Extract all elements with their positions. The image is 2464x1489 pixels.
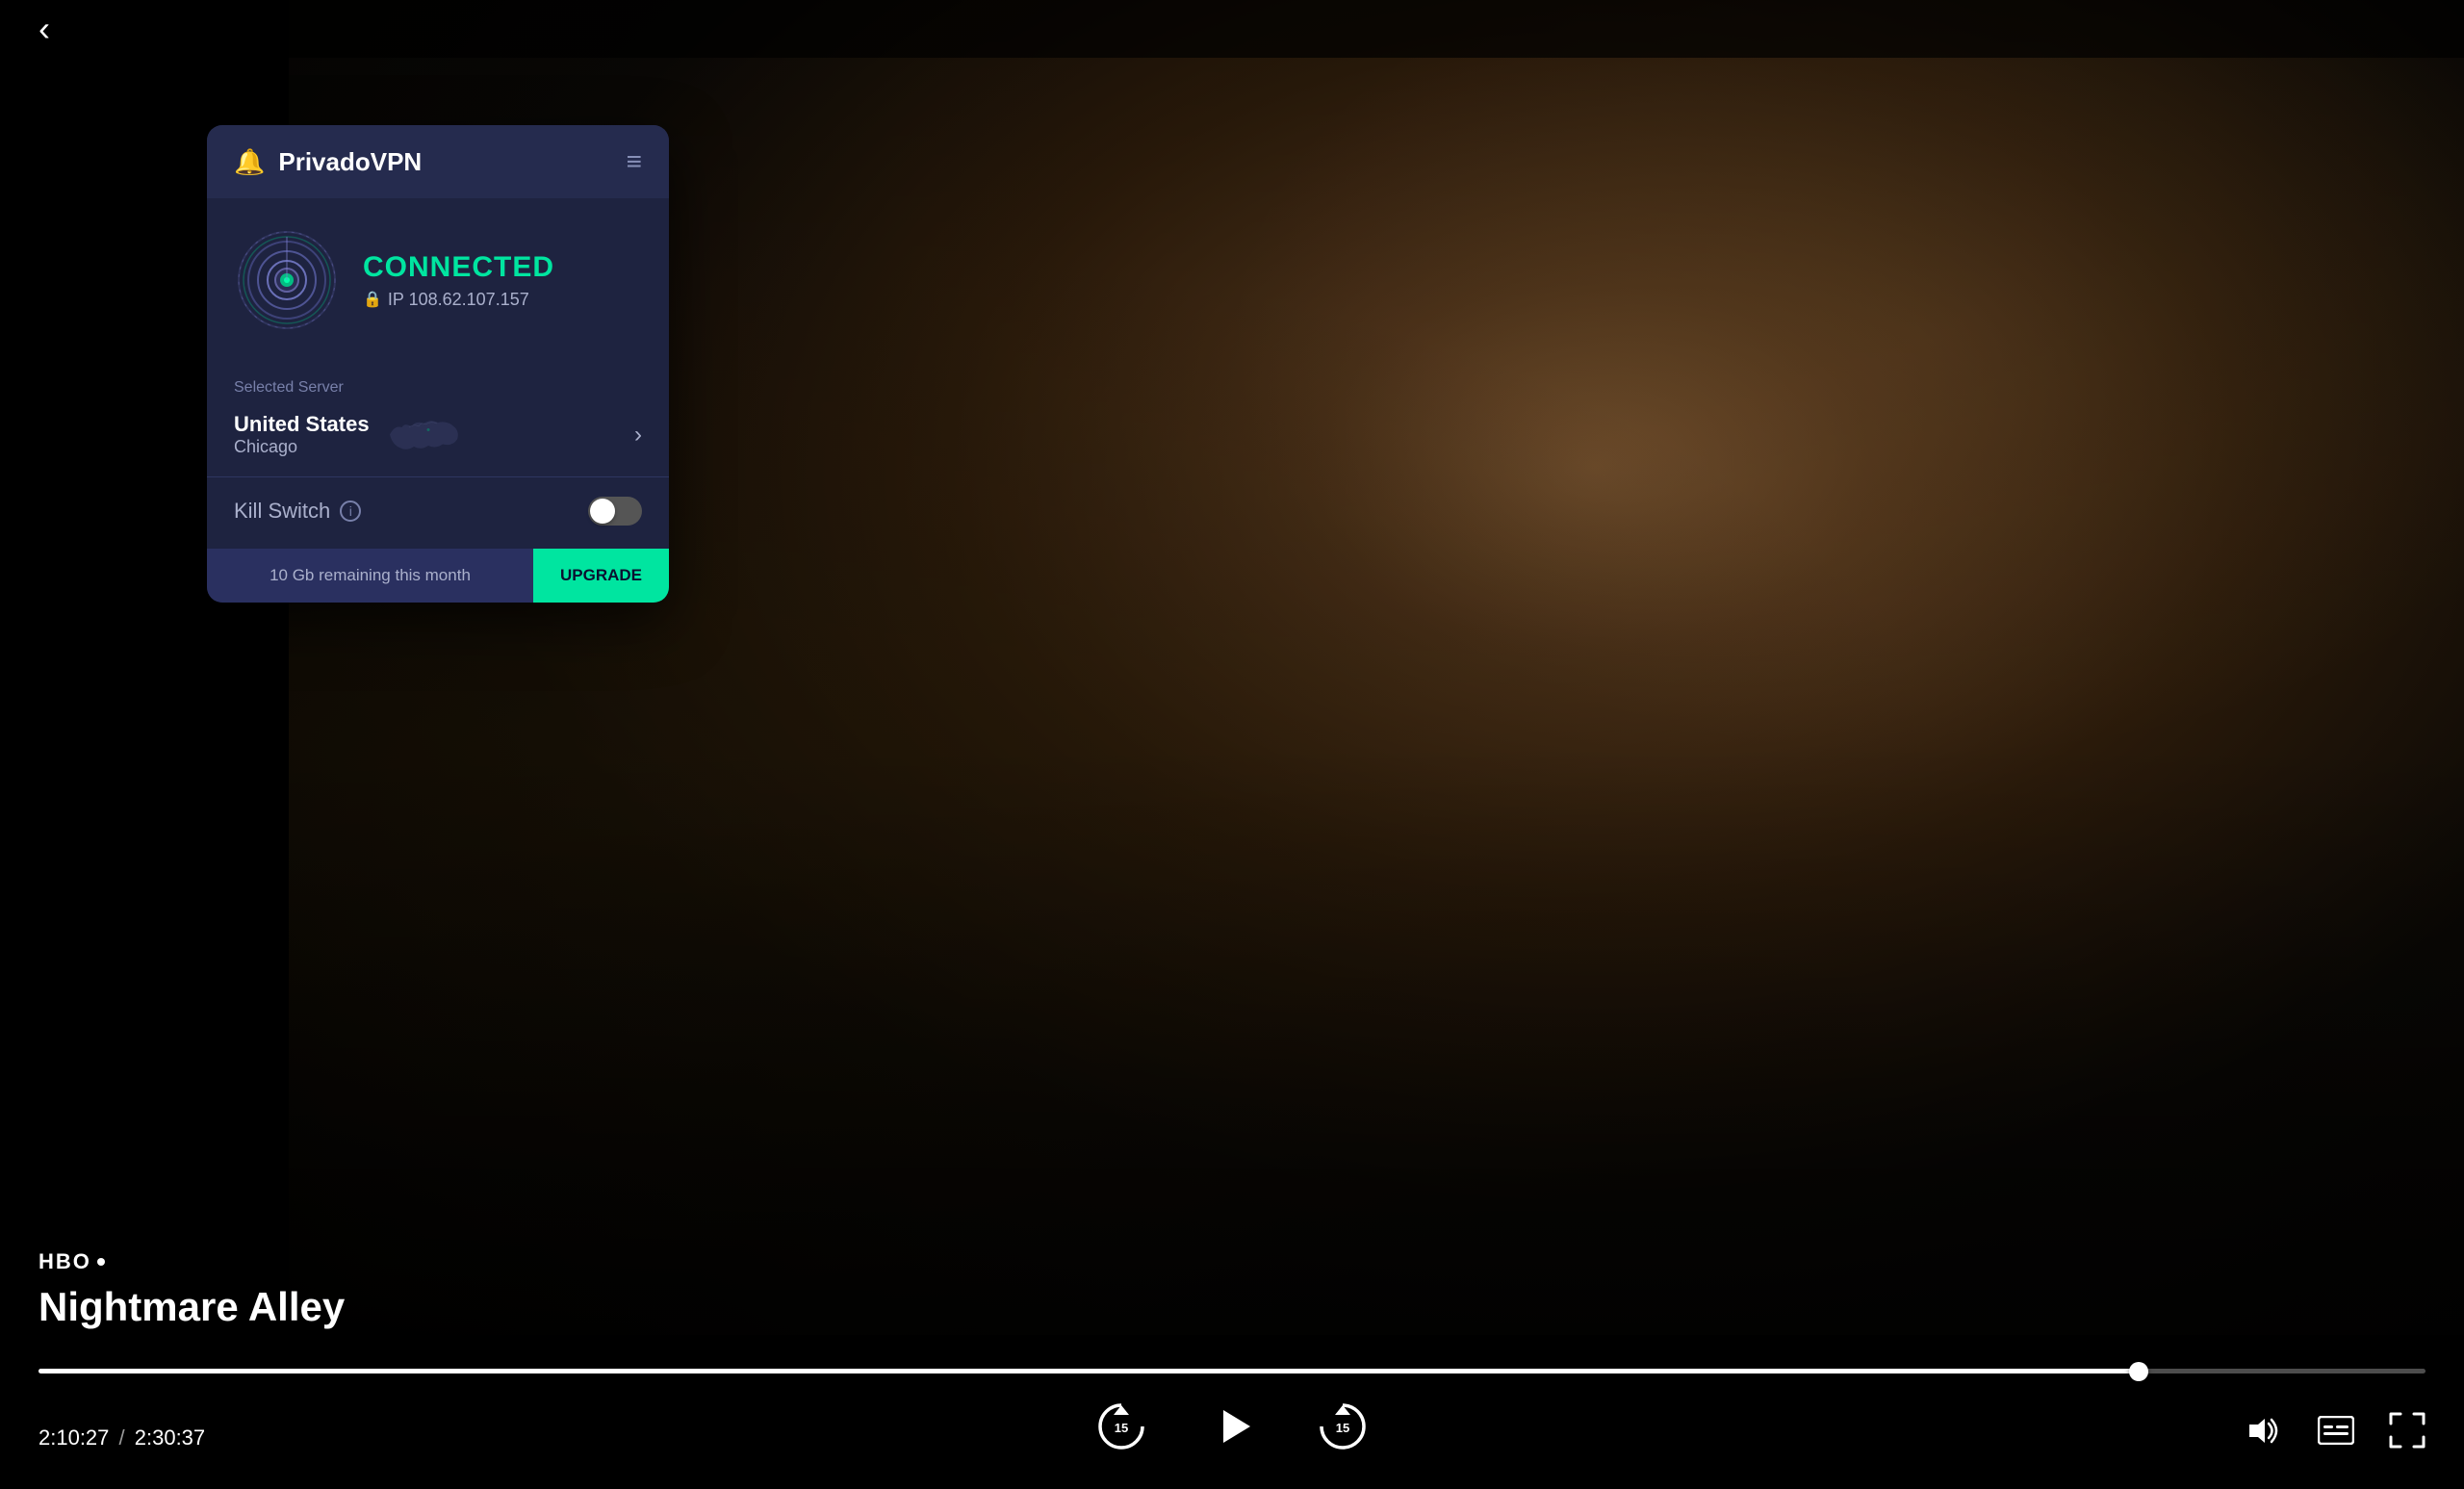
kill-switch-info-icon[interactable]: i: [340, 501, 361, 522]
progress-knob[interactable]: [2129, 1362, 2148, 1381]
hbo-dot: [97, 1258, 105, 1266]
progress-bar-fill: [38, 1369, 2139, 1373]
forward-button[interactable]: 15: [1314, 1398, 1372, 1455]
chevron-right-icon: ›: [634, 422, 642, 449]
kill-switch-toggle[interactable]: [588, 497, 642, 526]
bell-icon[interactable]: 🔔: [234, 147, 265, 177]
vpn-header-left: 🔔 PrivadoVPN: [234, 147, 422, 177]
back-button[interactable]: ‹: [38, 12, 50, 46]
upgrade-button[interactable]: UPGRADE: [533, 549, 669, 603]
world-map-icon: [385, 413, 462, 456]
server-row[interactable]: United States Chicago ›: [207, 402, 669, 476]
server-country: United States: [234, 412, 370, 437]
subtitles-button[interactable]: [2318, 1416, 2354, 1451]
menu-icon[interactable]: ≡: [627, 146, 642, 177]
server-city: Chicago: [234, 437, 370, 457]
server-info: United States Chicago: [234, 412, 634, 457]
progress-bar-container[interactable]: [0, 1369, 2464, 1373]
data-remaining: 10 Gb remaining this month: [207, 549, 533, 603]
show-info: HBO Nightmare Alley: [38, 1249, 345, 1330]
vpn-radar: [234, 227, 340, 333]
vpn-app-title: PrivadoVPN: [278, 147, 422, 177]
top-bar: ‹: [0, 0, 2464, 58]
controls-bar: 15 15: [0, 1393, 2464, 1460]
right-controls: [2245, 1412, 2426, 1455]
lock-icon: 🔒: [363, 290, 382, 309]
show-title: Nightmare Alley: [38, 1284, 345, 1330]
server-name: United States Chicago: [234, 412, 370, 457]
progress-bar-track[interactable]: [38, 1369, 2426, 1373]
vpn-header: 🔔 PrivadoVPN ≡: [207, 125, 669, 198]
fullscreen-button[interactable]: [2389, 1412, 2426, 1455]
center-controls: 15 15: [1092, 1393, 1372, 1460]
svg-text:15: 15: [1115, 1421, 1128, 1435]
hbo-logo: HBO: [38, 1249, 345, 1274]
volume-button[interactable]: [2245, 1414, 2283, 1454]
ip-address: 🔒 IP 108.62.107.157: [363, 290, 642, 310]
svg-text:15: 15: [1336, 1421, 1349, 1435]
vpn-status-area: CONNECTED 🔒 IP 108.62.107.157: [207, 198, 669, 362]
vpn-footer: 10 Gb remaining this month UPGRADE: [207, 549, 669, 603]
connection-status: CONNECTED: [363, 251, 642, 284]
kill-switch-row: Kill Switch i: [207, 476, 669, 549]
rewind-button[interactable]: 15: [1092, 1398, 1150, 1455]
toggle-knob: [590, 499, 615, 524]
kill-switch-label: Kill Switch i: [234, 499, 361, 524]
selected-server-label: Selected Server: [207, 362, 669, 402]
play-button[interactable]: [1198, 1393, 1266, 1460]
hbo-text: HBO: [38, 1249, 91, 1274]
vpn-panel: 🔔 PrivadoVPN ≡: [207, 125, 669, 603]
vpn-status-info: CONNECTED 🔒 IP 108.62.107.157: [363, 251, 642, 310]
